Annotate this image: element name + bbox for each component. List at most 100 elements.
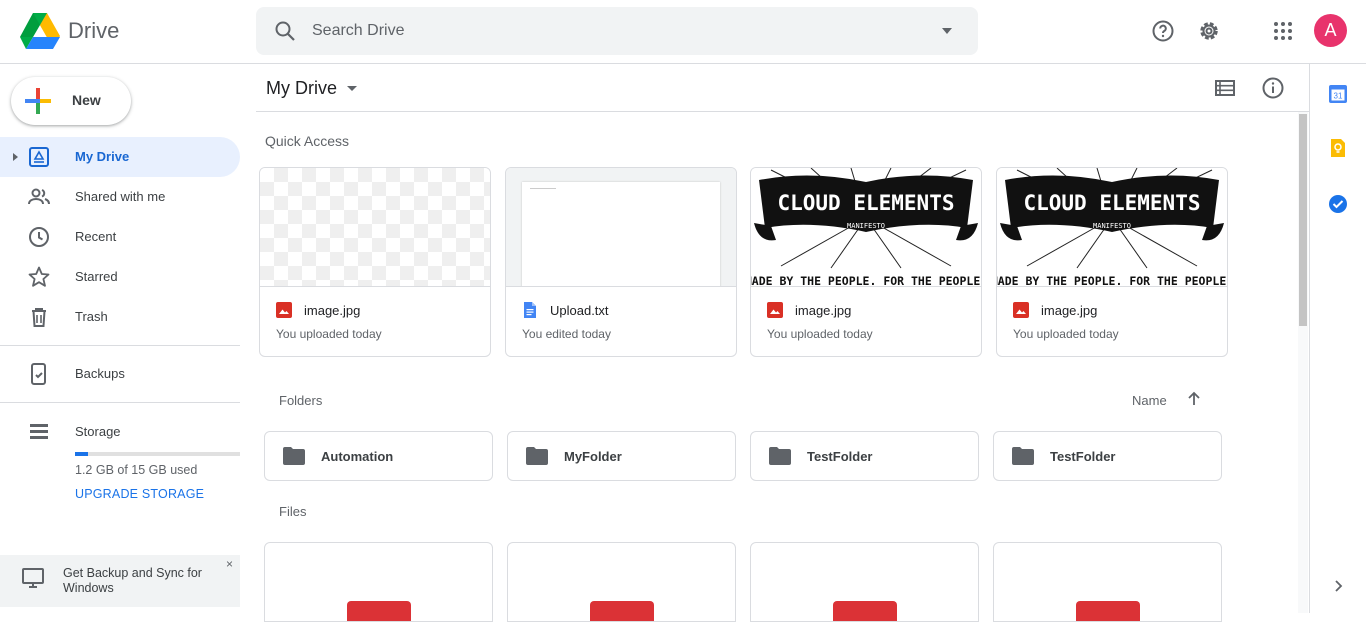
sidebar-item-storage[interactable]: Storage <box>0 412 240 452</box>
new-button[interactable]: New <box>11 77 131 125</box>
calendar-icon[interactable]: 31 <box>1328 84 1348 104</box>
main-header: My Drive <box>256 64 1309 112</box>
thumb-subtitle: MANIFESTO <box>847 222 885 230</box>
folder-card[interactable]: MyFolder <box>507 431 736 481</box>
file-card[interactable] <box>507 542 736 622</box>
divider <box>0 345 240 346</box>
folder-icon <box>1012 447 1034 465</box>
folders-heading: Folders <box>279 393 323 408</box>
sidebar-item-label: Starred <box>75 269 118 284</box>
sidebar-item-label: Backups <box>75 366 125 381</box>
file-activity: You uploaded today <box>276 327 382 341</box>
dropdown-arrow-icon[interactable] <box>347 86 357 91</box>
keep-icon[interactable] <box>1328 138 1348 158</box>
expand-arrow-icon[interactable] <box>13 153 18 161</box>
avatar[interactable]: A <box>1314 14 1347 47</box>
file-thumbnail: CLOUD ELEMENTS MANIFESTO MADE BY THE PEO… <box>997 168 1227 287</box>
upgrade-storage-link[interactable]: UPGRADE STORAGE <box>75 487 204 501</box>
sidebar-item-label: Shared with me <box>75 189 166 204</box>
apps-grid-icon[interactable] <box>1271 19 1295 43</box>
file-activity: You uploaded today <box>1013 327 1119 341</box>
tasks-icon[interactable] <box>1328 194 1348 214</box>
app-name[interactable]: Drive <box>68 18 119 44</box>
computer-icon <box>22 568 44 588</box>
quick-access-card[interactable]: CLOUD ELEMENTS MANIFESTO MADE BY THE PEO… <box>750 167 982 357</box>
clock-icon <box>29 227 49 247</box>
file-name: image.jpg <box>1041 303 1098 318</box>
file-name: image.jpg <box>795 303 852 318</box>
sidebar-item-label: Trash <box>75 309 108 324</box>
sidebar-item-starred[interactable]: Starred <box>0 257 240 297</box>
arrow-up-icon[interactable] <box>1185 390 1203 408</box>
sidebar-item-backups[interactable]: Backups <box>0 354 240 394</box>
document-page-preview <box>522 182 720 286</box>
folder-name: Automation <box>321 449 394 464</box>
file-activity: You edited today <box>522 327 611 341</box>
sort-by-name-button[interactable]: Name <box>1132 393 1167 408</box>
image-file-icon <box>1076 601 1140 621</box>
shared-icon <box>28 188 50 205</box>
search-input[interactable] <box>312 19 912 43</box>
cloud-elements-banner-image: CLOUD ELEMENTS MANIFESTO MADE BY THE PEO… <box>751 168 981 286</box>
folder-name: MyFolder <box>564 449 622 464</box>
doc-file-icon <box>524 302 536 318</box>
folder-card[interactable]: Automation <box>264 431 493 481</box>
search-icon[interactable] <box>273 19 297 43</box>
top-bar: Drive A <box>0 0 1366 64</box>
settings-icon[interactable] <box>1197 19 1221 43</box>
trash-icon <box>32 308 46 327</box>
image-file-icon <box>833 601 897 621</box>
image-file-icon <box>1013 302 1029 318</box>
help-icon[interactable] <box>1151 19 1175 43</box>
files-heading: Files <box>279 504 307 519</box>
info-icon[interactable] <box>1261 76 1285 100</box>
folder-name: TestFolder <box>1050 449 1116 464</box>
scrollbar-thumb[interactable] <box>1299 114 1307 326</box>
storage-bar <box>75 452 240 456</box>
backup-device-icon <box>31 363 46 385</box>
sidebar-item-shared[interactable]: Shared with me <box>0 177 240 217</box>
thumb-title: CLOUD ELEMENTS <box>1023 191 1200 215</box>
folder-icon <box>526 447 548 465</box>
divider <box>0 402 240 403</box>
file-card[interactable] <box>750 542 979 622</box>
backup-sync-banner[interactable]: Get Backup and Sync for Windows × <box>0 555 240 607</box>
folder-icon <box>769 447 791 465</box>
my-drive-icon <box>29 147 49 167</box>
sidebar-item-trash[interactable]: Trash <box>0 297 240 337</box>
folder-icon <box>283 447 305 465</box>
search-bar[interactable] <box>256 7 978 55</box>
folder-card[interactable]: TestFolder <box>993 431 1222 481</box>
banner-text: Get Backup and Sync for Windows <box>63 566 202 595</box>
close-icon[interactable]: × <box>226 557 233 571</box>
storage-bar-fill <box>75 452 89 456</box>
storage-usage-text: 1.2 GB of 15 GB used <box>75 463 198 477</box>
quick-access-card[interactable]: Upload.txt You edited today <box>505 167 737 357</box>
file-thumbnail <box>506 168 736 287</box>
file-card[interactable] <box>264 542 493 622</box>
image-file-icon <box>347 601 411 621</box>
sidebar-item-recent[interactable]: Recent <box>0 217 240 257</box>
image-file-icon <box>767 302 783 318</box>
quick-access-card[interactable]: image.jpg You uploaded today <box>259 167 491 357</box>
search-options-icon[interactable] <box>942 28 952 34</box>
star-icon <box>28 266 50 287</box>
drive-logo-icon[interactable] <box>20 12 60 50</box>
sidebar-item-my-drive[interactable]: My Drive <box>0 137 240 177</box>
quick-access-card[interactable]: CLOUD ELEMENTS MANIFESTO MADE BY THE PEO… <box>996 167 1228 357</box>
thumb-subtitle: MANIFESTO <box>1093 222 1131 230</box>
file-activity: You uploaded today <box>767 327 873 341</box>
new-button-label: New <box>72 92 101 108</box>
file-card[interactable] <box>993 542 1222 622</box>
thumb-title: CLOUD ELEMENTS <box>777 191 954 215</box>
cloud-elements-banner-image: CLOUD ELEMENTS MANIFESTO MADE BY THE PEO… <box>997 168 1227 286</box>
folder-card[interactable]: TestFolder <box>750 431 979 481</box>
list-view-icon[interactable] <box>1213 76 1237 100</box>
scrollbar[interactable] <box>1298 112 1308 613</box>
folder-name: TestFolder <box>807 449 873 464</box>
page-title[interactable]: My Drive <box>266 78 337 99</box>
file-thumbnail <box>260 168 490 287</box>
chevron-right-icon[interactable] <box>1328 576 1348 596</box>
sidebar-item-label: Storage <box>75 424 121 439</box>
side-panel: 31 <box>1309 64 1366 613</box>
